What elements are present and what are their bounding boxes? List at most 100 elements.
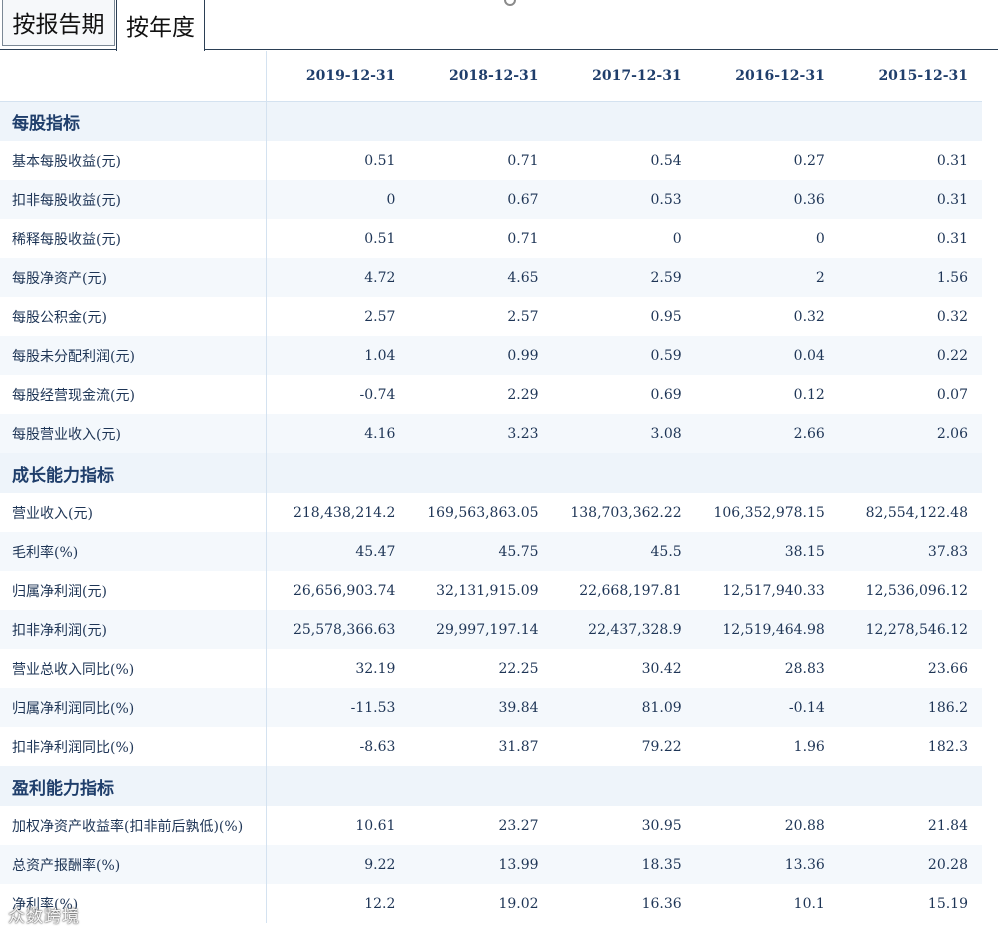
row-label: 基本每股收益(元): [0, 141, 267, 180]
value-cell: 45.47: [266, 532, 410, 571]
value-cell: 20.28: [838, 845, 982, 884]
value-cell: 218,438,214.2: [292, 504, 396, 521]
value-cell: 0.04: [695, 336, 839, 375]
value-cell: 12,517,940.33: [722, 582, 825, 599]
value-cell: 32,131,915.09: [436, 582, 539, 599]
value-cell: 2.29: [507, 386, 539, 403]
value-cell: 0.51: [364, 152, 396, 169]
section-filler-cell: [409, 766, 553, 806]
row-label: 毛利率(%): [0, 532, 267, 571]
value-cell: 22,437,328.9: [552, 610, 696, 649]
value-cell: 19.02: [498, 895, 539, 912]
value-cell: 26,656,903.74: [292, 582, 396, 599]
value-cell: 39.84: [409, 688, 553, 727]
value-cell: 1.04: [266, 336, 410, 375]
value-cell: 3.08: [552, 414, 696, 453]
tab-by-year[interactable]: 按年度: [116, 0, 205, 51]
section-filler-cell: [409, 101, 553, 141]
row-label: 稀释每股收益(元): [0, 219, 267, 258]
value-cell: 0: [672, 230, 682, 247]
section-title: 成长能力指标: [0, 453, 267, 493]
value-cell: 0.69: [650, 386, 682, 403]
table-row: 归属净利润同比(%) -11.53 39.84 81.09 -0.14 186.2: [0, 688, 982, 727]
value-cell: 186.2: [838, 688, 982, 727]
section-filler-cell: [695, 453, 839, 493]
value-cell: 182.3: [927, 738, 968, 755]
value-cell: -0.74: [359, 386, 396, 403]
table-row: 每股净资产(元) 4.72 4.65 2.59 2 1.56: [0, 258, 982, 297]
value-cell: 12,278,546.12: [838, 610, 982, 649]
value-cell: 2.66: [695, 414, 839, 453]
value-cell: 0.71: [507, 230, 539, 247]
table-row: 每股未分配利润(元) 1.04 0.99 0.59 0.04 0.22: [0, 336, 982, 375]
value-cell: 0.67: [409, 180, 553, 219]
section-filler-cell: [695, 766, 839, 806]
value-cell: 0: [815, 230, 825, 247]
value-cell: 23.66: [927, 660, 968, 677]
value-cell: 4.65: [409, 258, 553, 297]
value-cell: 4.16: [266, 414, 410, 453]
table-row: 扣非净利润(元) 25,578,366.63 29,997,197.14 22,437…: [0, 610, 982, 649]
row-label: 扣非净利润(元): [0, 610, 267, 649]
table-row: 每股公积金(元) 2.57 2.57 0.95 0.32 0.32: [0, 297, 982, 336]
section-title: 每股指标: [0, 101, 267, 141]
financial-indicators-table: 2019-12-31 2018-12-31 2017-12-31 2016-12…: [0, 51, 982, 923]
value-cell: 12.2: [364, 895, 396, 912]
tab-by-report-period[interactable]: 按报告期: [2, 0, 115, 46]
section-title: 盈利能力指标: [0, 766, 267, 806]
value-cell: 0.32: [936, 308, 968, 325]
value-cell: 81.09: [552, 688, 696, 727]
value-cell: 0.22: [838, 336, 982, 375]
value-cell: 1.96: [793, 738, 825, 755]
header-corner: [0, 51, 267, 102]
section-filler-cell: [838, 766, 982, 806]
value-cell: 2.57: [364, 308, 396, 325]
value-cell: 15.19: [927, 895, 968, 912]
value-cell: 13.36: [695, 845, 839, 884]
table-row: 总资产报酬率(%) 9.22 13.99 18.35 13.36 20.28: [0, 845, 982, 884]
value-cell: 0.53: [552, 180, 696, 219]
value-cell: 10.61: [355, 817, 396, 834]
value-cell: 30.42: [641, 660, 682, 677]
table-header-row: 2019-12-31 2018-12-31 2017-12-31 2016-12…: [0, 51, 982, 102]
tab-bar: 按报告期 按年度: [0, 0, 998, 51]
column-header-2015[interactable]: 2015-12-31: [838, 51, 982, 102]
table-row: 稀释每股收益(元) 0.51 0.71 0 0 0.31: [0, 219, 982, 258]
value-cell: 0.51: [364, 230, 396, 247]
value-cell: 2.59: [552, 258, 696, 297]
value-cell: 0.99: [409, 336, 553, 375]
column-header-2019[interactable]: 2019-12-31: [266, 51, 410, 102]
value-cell: 79.22: [641, 738, 682, 755]
row-label: 扣非净利润同比(%): [0, 727, 267, 766]
value-cell: 22,668,197.81: [579, 582, 682, 599]
value-cell: 13.99: [409, 845, 553, 884]
table-row: 加权净资产收益率(扣非前后孰低)(%) 10.61 23.27 30.95 20.88 2…: [0, 806, 982, 845]
value-cell: -8.63: [359, 738, 396, 755]
row-label: 每股净资产(元): [0, 258, 267, 297]
row-label: 每股经营现金流(元): [0, 375, 267, 414]
table-row: 营业收入(元) 218,438,214.2 169,563,863.05 138,70…: [0, 493, 982, 532]
value-cell: 0.07: [936, 386, 968, 403]
column-header-2017[interactable]: 2017-12-31: [552, 51, 696, 102]
value-cell: 2: [695, 258, 839, 297]
column-header-2018[interactable]: 2018-12-31: [409, 51, 553, 102]
row-label: 归属净利润同比(%): [0, 688, 267, 727]
row-label: 加权净资产收益率(扣非前后孰低)(%): [0, 806, 267, 845]
section-filler-cell: [838, 101, 982, 141]
table-row: 扣非净利润同比(%) -8.63 31.87 79.22 1.96 182.3: [0, 727, 982, 766]
column-header-2016[interactable]: 2016-12-31: [695, 51, 839, 102]
section-header-row: 成长能力指标: [0, 453, 982, 493]
table-row: 营业总收入同比(%) 32.19 22.25 30.42 28.83 23.66: [0, 649, 982, 688]
table-row: 基本每股收益(元) 0.51 0.71 0.54 0.27 0.31: [0, 141, 982, 180]
row-label: 总资产报酬率(%): [0, 845, 267, 884]
section-filler-cell: [266, 453, 410, 493]
section-filler-cell: [266, 766, 410, 806]
section-header-row: 盈利能力指标: [0, 766, 982, 806]
value-cell: 0.31: [936, 152, 968, 169]
section-filler-cell: [552, 766, 696, 806]
value-cell: 45.75: [409, 532, 553, 571]
section-filler-cell: [552, 453, 696, 493]
value-cell: 37.83: [838, 532, 982, 571]
table-row: 毛利率(%) 45.47 45.75 45.5 38.15 37.83: [0, 532, 982, 571]
section-filler-cell: [266, 101, 410, 141]
